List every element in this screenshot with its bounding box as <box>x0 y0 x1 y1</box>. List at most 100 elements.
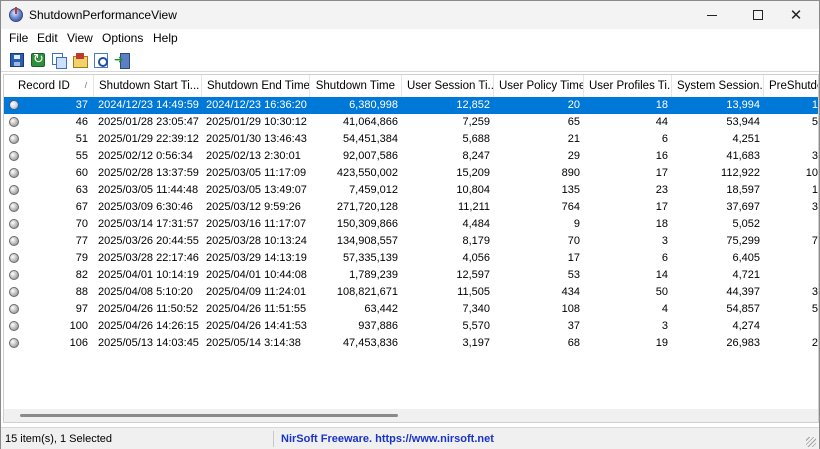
records-list[interactable]: Record ID / Shutdown Start Ti... Shutdow… <box>3 74 819 423</box>
cell-user-session: 11,505 <box>457 286 490 298</box>
cell-record-id: 46 <box>75 116 88 128</box>
cell-preshutdown <box>764 131 818 148</box>
cell-shutdown-time: 47,453,836 <box>342 337 398 349</box>
table-row[interactable]: 60 2025/02/28 13:37:59 2025/03/05 11:17:09… <box>4 165 818 182</box>
close-icon: ✕ <box>789 5 803 24</box>
cell-shutdown-start: 2025/04/01 10:14:19 <box>98 269 199 281</box>
cell-preshutdown <box>764 318 818 335</box>
table-row[interactable]: 51 2025/01/29 22:39:12 2025/01/30 13:46:43… <box>4 131 818 148</box>
cell-record-id: 67 <box>75 201 88 213</box>
menu-file[interactable]: File <box>9 31 28 45</box>
column-header-shutdown-start[interactable]: Shutdown Start Ti... <box>94 75 202 97</box>
column-header-user-session[interactable]: User Session Ti... <box>402 75 494 97</box>
refresh-icon <box>31 52 45 67</box>
cell-record-id: 100 <box>69 320 88 332</box>
column-header-user-policy[interactable]: User Policy Time <box>494 75 584 97</box>
cell-user-policy: 68 <box>567 337 580 349</box>
cell-shutdown-time: 57,335,139 <box>342 252 398 264</box>
nirsoft-link[interactable]: NirSoft Freeware. https://www.nirsoft.ne… <box>281 433 494 445</box>
table-row[interactable]: 82 2025/04/01 10:14:19 2025/04/01 10:44:08… <box>4 267 818 284</box>
cell-shutdown-end: 2025/04/09 11:24:01 <box>206 286 307 298</box>
column-header-preshutdown[interactable]: PreShutdo <box>764 75 818 97</box>
cell-user-profiles: 3 <box>661 235 668 247</box>
close-button[interactable]: ✕ <box>773 1 819 29</box>
cell-preshutdown: 3 <box>811 150 818 162</box>
cell-user-policy: 37 <box>567 320 580 332</box>
cell-user-profiles: 17 <box>655 201 668 213</box>
cell-preshutdown: 10 <box>805 167 818 179</box>
table-row[interactable]: 88 2025/04/08 5:10:20 2025/04/09 11:24:01 1… <box>4 284 818 301</box>
cell-record-id: 79 <box>75 252 88 264</box>
table-row[interactable]: 37 2024/12/23 14:49:59 2024/12/23 16:36:20… <box>4 97 818 114</box>
table-row[interactable]: 100 2025/04/26 14:26:15 2025/04/26 14:41:5… <box>4 318 818 335</box>
table-row[interactable]: 55 2025/02/12 0:56:34 2025/02/13 2:30:01 92… <box>4 148 818 165</box>
cell-shutdown-end: 2025/03/29 14:13:19 <box>206 252 307 264</box>
horizontal-scrollbar[interactable] <box>4 409 818 422</box>
cell-shutdown-end: 2025/05/14 3:14:38 <box>206 337 301 349</box>
properties-icon <box>73 53 88 68</box>
table-row[interactable]: 97 2025/04/26 11:50:52 2025/04/26 11:51:55… <box>4 301 818 318</box>
cell-preshutdown <box>764 250 818 267</box>
cell-shutdown-start: 2025/01/28 23:05:47 <box>98 116 199 128</box>
cell-shutdown-end: 2025/04/01 10:44:08 <box>206 269 307 281</box>
copy-button[interactable] <box>50 51 68 69</box>
table-row[interactable]: 67 2025/03/09 6:30:46 2025/03/12 9:59:26 27… <box>4 199 818 216</box>
find-button[interactable] <box>92 51 110 69</box>
cell-user-session: 12,597 <box>456 269 490 281</box>
cell-shutdown-time: 41,064,866 <box>342 116 398 128</box>
cell-shutdown-end: 2025/04/26 11:51:55 <box>206 303 307 315</box>
table-row[interactable]: 63 2025/03/05 11:44:48 2025/03/05 13:49:07… <box>4 182 818 199</box>
sort-indicator-icon: / <box>84 81 87 90</box>
table-row[interactable]: 106 2025/05/13 14:03:45 2025/05/14 3:14:38… <box>4 335 818 352</box>
exit-button[interactable] <box>113 51 131 69</box>
table-row[interactable]: 77 2025/03/26 20:44:55 2025/03/28 10:13:24… <box>4 233 818 250</box>
scrollbar-thumb[interactable] <box>20 414 398 417</box>
column-header-user-profiles[interactable]: User Profiles Ti... <box>584 75 672 97</box>
cell-user-profiles: 14 <box>655 269 668 281</box>
cell-user-policy: 53 <box>567 269 580 281</box>
cell-system-session: 37,697 <box>726 201 760 213</box>
menu-edit[interactable]: Edit <box>37 31 58 45</box>
cell-user-profiles: 19 <box>655 337 668 349</box>
cell-user-session: 8,179 <box>462 235 490 247</box>
app-window: ShutdownPerformanceView ✕ File Edit View… <box>0 0 820 449</box>
properties-button[interactable] <box>71 51 89 69</box>
exit-icon <box>114 53 130 69</box>
cell-user-policy: 70 <box>567 235 580 247</box>
column-header-record-id[interactable]: Record ID / <box>4 75 94 97</box>
table-row[interactable]: 79 2025/03/28 22:17:46 2025/03/29 14:13:19… <box>4 250 818 267</box>
cell-preshutdown: 5 <box>811 303 818 315</box>
cell-record-id: 106 <box>69 337 88 349</box>
cell-system-session: 44,397 <box>726 286 760 298</box>
save-button[interactable] <box>8 51 26 69</box>
cell-system-session: 4,721 <box>732 269 760 281</box>
cell-record-id: 88 <box>75 286 88 298</box>
cell-preshutdown <box>764 216 818 233</box>
column-header-shutdown-time[interactable]: Shutdown Time <box>310 75 402 97</box>
cell-user-policy: 764 <box>561 201 580 213</box>
cell-user-policy: 17 <box>567 252 580 264</box>
cell-system-session: 26,983 <box>726 337 760 349</box>
cell-user-session: 7,340 <box>462 303 490 315</box>
title-bar[interactable]: ShutdownPerformanceView ✕ <box>1 1 819 29</box>
cell-user-policy: 108 <box>561 303 580 315</box>
cell-user-session: 5,688 <box>462 133 490 145</box>
column-header-system-session[interactable]: System Session... <box>672 75 764 97</box>
minimize-button[interactable] <box>689 1 735 29</box>
cell-user-profiles: 3 <box>661 320 668 332</box>
resize-grip-icon[interactable] <box>806 437 816 447</box>
cell-shutdown-start: 2025/04/08 5:10:20 <box>98 286 193 298</box>
table-row[interactable]: 70 2025/03/14 17:31:57 2025/03/16 11:17:07… <box>4 216 818 233</box>
cell-shutdown-start: 2025/04/26 14:26:15 <box>98 320 199 332</box>
refresh-button[interactable] <box>29 51 47 69</box>
cell-shutdown-time: 6,380,998 <box>349 99 398 111</box>
cell-user-policy: 135 <box>561 184 580 196</box>
cell-system-session: 6,405 <box>732 252 760 264</box>
table-row[interactable]: 46 2025/01/28 23:05:47 2025/01/29 10:30:12… <box>4 114 818 131</box>
column-header-shutdown-end[interactable]: Shutdown End Time <box>202 75 310 97</box>
menu-options[interactable]: Options <box>102 31 143 45</box>
cell-user-policy: 890 <box>561 167 580 179</box>
menu-help[interactable]: Help <box>153 31 178 45</box>
menu-view[interactable]: View <box>67 31 93 45</box>
cell-shutdown-time: 7,459,012 <box>349 184 398 196</box>
